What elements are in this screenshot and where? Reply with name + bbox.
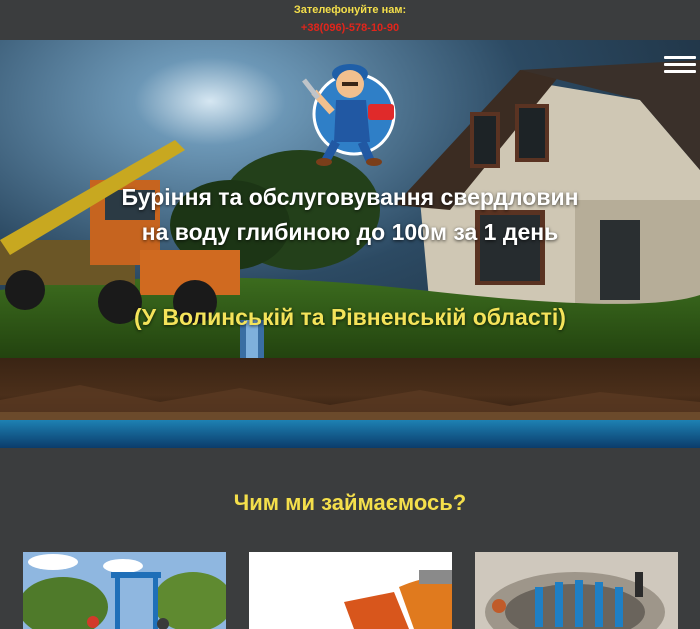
hero-title: Буріння та обслуговування свердловин на … bbox=[121, 184, 579, 245]
plumber-mascot-logo bbox=[302, 64, 396, 166]
drilling-rig-photo bbox=[23, 552, 226, 629]
services-title: Чим ми займаємось? bbox=[233, 490, 467, 515]
service-card-masonry[interactable] bbox=[249, 552, 452, 629]
service-card-drilling[interactable] bbox=[23, 552, 226, 629]
call-us-label: Зателефонуйте нам: bbox=[293, 4, 407, 16]
well-pipes-photo bbox=[475, 552, 678, 629]
hand-with-brick-photo bbox=[249, 552, 452, 629]
service-card-well-equipment[interactable] bbox=[475, 552, 678, 629]
top-bar: Зателефонуйте нам: +38(096)-578-10-90 bbox=[0, 0, 700, 40]
phone-link[interactable]: +38(096)-578-10-90 bbox=[0, 22, 700, 34]
services-section: Чим ми займаємось? bbox=[0, 448, 700, 629]
hero-subtitle: (У Волинській та Рівненській області) bbox=[134, 304, 566, 330]
hero-section: Буріння та обслуговування свердловин на … bbox=[0, 40, 700, 448]
hamburger-menu-icon[interactable] bbox=[664, 56, 696, 74]
